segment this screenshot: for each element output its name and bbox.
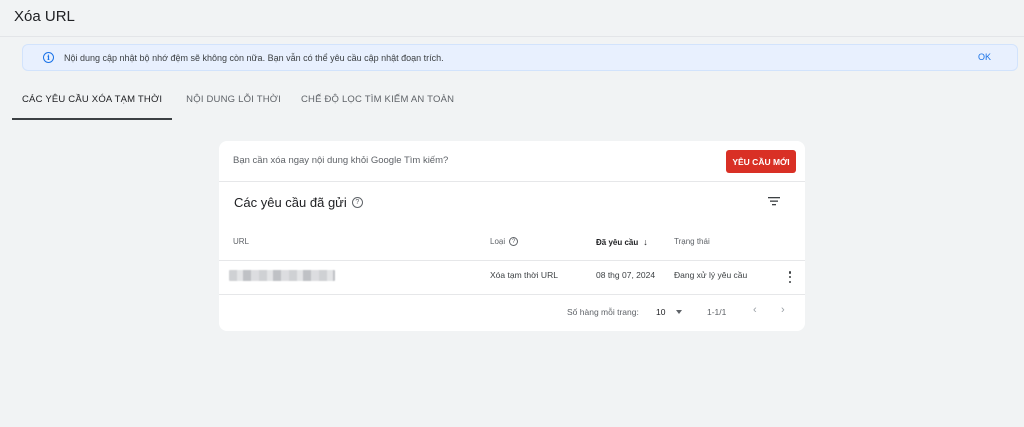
- column-url-label: URL: [233, 237, 250, 246]
- new-request-button[interactable]: YÊU CẦU MỚI: [726, 150, 796, 173]
- rows-per-page-select[interactable]: 10: [656, 307, 665, 317]
- card-top-bar: Bạn cần xóa ngay nội dung khỏi Google Tì…: [219, 141, 805, 182]
- card-question: Bạn cần xóa ngay nội dung khỏi Google Tì…: [233, 155, 449, 166]
- section-title: Các yêu cầu đã gửi ?: [234, 195, 363, 210]
- rows-per-page-dropdown-icon[interactable]: [676, 310, 682, 314]
- column-header-status: Trạng thái: [674, 237, 710, 246]
- column-type-label: Loại: [490, 237, 506, 246]
- page-title: Xóa URL: [14, 8, 75, 25]
- prev-page-icon[interactable]: ‹: [753, 304, 757, 316]
- filter-icon[interactable]: [767, 194, 781, 208]
- tab-outdated-content[interactable]: NỘI DUNG LỖI THỜI: [176, 90, 291, 120]
- column-requested-label: Đã yêu cầu: [596, 237, 639, 247]
- column-status-label: Trạng thái: [674, 237, 710, 246]
- tab-temporary-removals[interactable]: CÁC YÊU CẦU XÓA TẠM THỜI: [12, 90, 173, 120]
- column-header-requested[interactable]: Đã yêu cầu ↓: [596, 237, 648, 247]
- page-range: 1-1/1: [707, 307, 727, 317]
- banner-ok-button[interactable]: OK: [978, 52, 991, 62]
- tab-bar: CÁC YÊU CẦU XÓA TẠM THỜI NỘI DUNG LỖI TH…: [12, 90, 464, 120]
- section-title-text: Các yêu cầu đã gửi: [234, 195, 347, 210]
- more-options-icon[interactable]: [788, 271, 792, 283]
- blurred-url: [229, 270, 335, 281]
- info-banner: i Nội dung cập nhật bộ nhớ đệm sẽ không …: [22, 44, 1018, 71]
- next-page-icon[interactable]: ›: [781, 304, 785, 316]
- row-type: Xóa tạm thời URL: [490, 270, 558, 280]
- header-divider: [219, 260, 805, 261]
- banner-message: Nội dung cập nhật bộ nhớ đệm sẽ không cò…: [64, 52, 444, 63]
- type-help-icon[interactable]: ?: [509, 237, 519, 246]
- sort-arrow-down-icon: ↓: [643, 237, 648, 247]
- title-divider: [0, 36, 1024, 37]
- row-requested-date: 08 thg 07, 2024: [596, 270, 656, 280]
- info-icon: i: [43, 52, 54, 63]
- requests-card: Bạn cần xóa ngay nội dung khỏi Google Tì…: [219, 141, 805, 331]
- column-header-type: Loại ?: [490, 237, 519, 246]
- row-status: Đang xử lý yêu cầu: [674, 270, 748, 280]
- rows-per-page-label: Số hàng mỗi trang:: [567, 307, 639, 317]
- tab-safesearch-filtering[interactable]: CHẾ ĐỘ LỌC TÌM KIẾM AN TOÀN: [291, 90, 464, 120]
- row-divider: [219, 294, 805, 295]
- column-header-url: URL: [233, 237, 249, 246]
- help-icon[interactable]: ?: [351, 197, 363, 208]
